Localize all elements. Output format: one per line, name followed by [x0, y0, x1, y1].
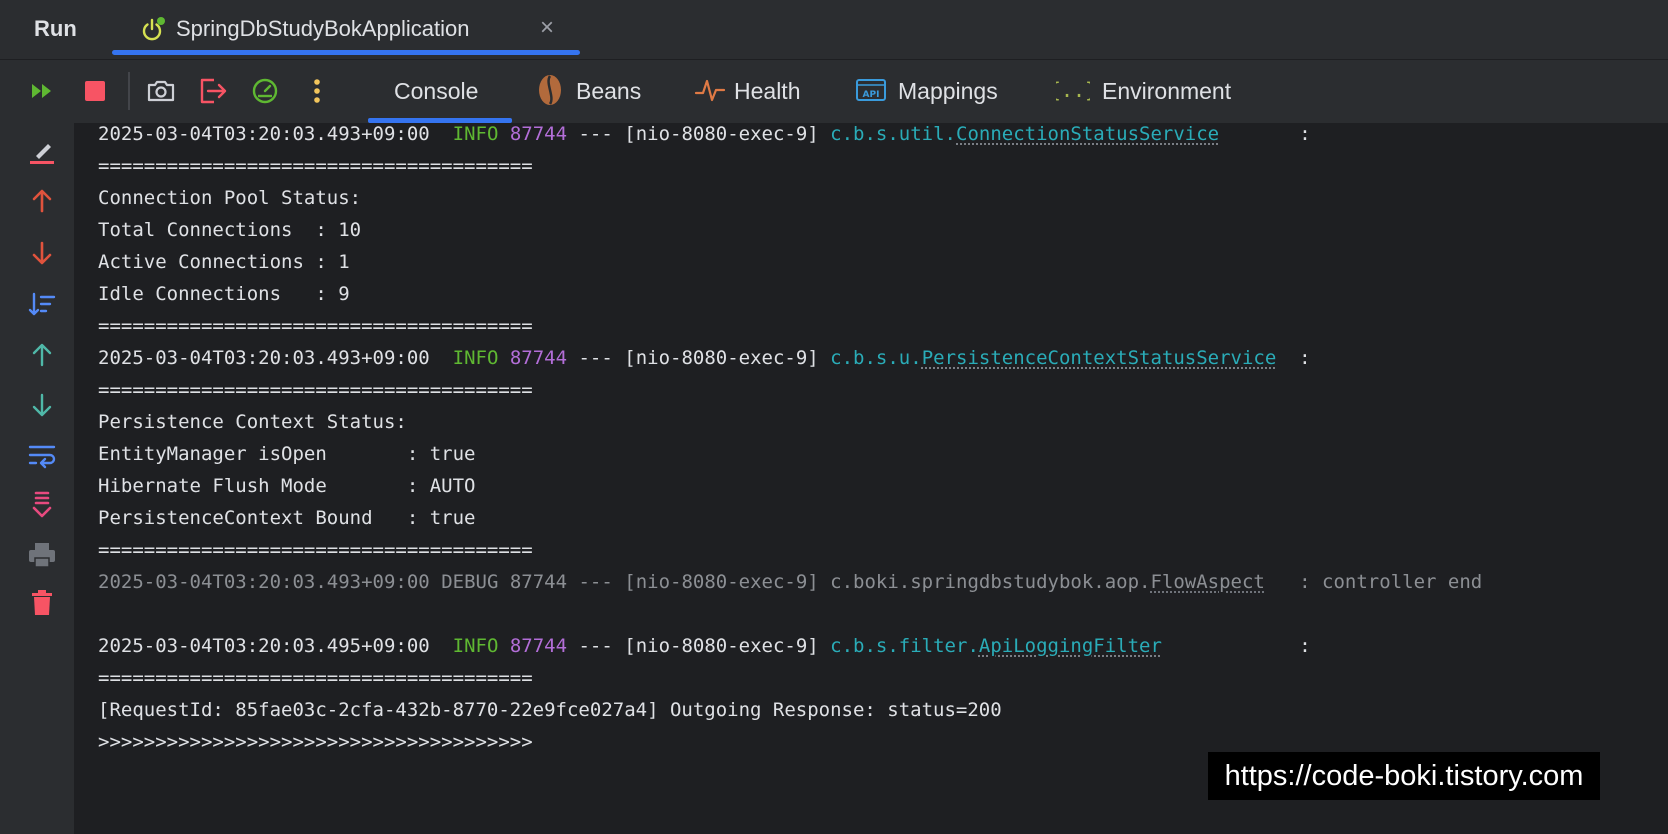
output-line: EntityManager isOpen : true — [98, 443, 476, 465]
trash-icon[interactable] — [24, 585, 60, 621]
dashboard-icon[interactable] — [248, 74, 282, 108]
output-line: Hibernate Flush Mode : AUTO — [98, 475, 476, 497]
separator-line: >>>>>>>>>>>>>>>>>>>>>>>>>>>>>>>>>>>>>> — [98, 731, 533, 753]
separator-line: ====================================== — [98, 155, 533, 177]
log-timestamp: 2025-03-04T03:20:03.493+09:00 — [98, 347, 430, 369]
log-pid: 87744 — [509, 571, 568, 593]
svg-text:{..}: {..} — [1056, 78, 1090, 102]
log-level: DEBUG — [441, 571, 499, 593]
tab-environment[interactable]: {..} Environment — [1049, 60, 1254, 123]
log-message: : — [1161, 635, 1311, 657]
scroll-to-end-icon[interactable] — [24, 487, 60, 523]
tab-mappings-label: Mappings — [898, 78, 998, 104]
output-line: Total Connections : 10 — [98, 219, 362, 241]
run-toolbar: Console Beans Health API Mappings {..} E… — [0, 60, 1668, 123]
log-timestamp: 2025-03-04T03:20:03.495+09:00 — [98, 635, 430, 657]
rerun-icon[interactable] — [26, 74, 60, 108]
run-panel-title: Run — [34, 16, 77, 41]
api-icon: API — [854, 73, 888, 107]
log-logger-class-link[interactable]: ConnectionStatusService — [956, 123, 1219, 145]
output-line: PersistenceContext Bound : true — [98, 507, 476, 529]
separator-line: ====================================== — [98, 315, 533, 337]
down-red-icon[interactable] — [24, 235, 60, 271]
log-message: : — [1219, 123, 1311, 145]
log-message: : — [1276, 347, 1311, 369]
toolbar-divider — [128, 72, 130, 110]
log-pid: 87744 — [509, 123, 568, 145]
tab-beans[interactable]: Beans — [530, 60, 660, 123]
up-red-icon[interactable] — [24, 183, 60, 219]
log-level: INFO — [441, 347, 499, 369]
soft-wrap-icon[interactable] — [24, 437, 60, 473]
separator-line: ====================================== — [98, 539, 533, 561]
output-line: Idle Connections : 9 — [98, 283, 350, 305]
clear-icon[interactable] — [24, 134, 60, 170]
sort-icon[interactable] — [24, 287, 60, 323]
log-line: 2025-03-04T03:20:03.493+09:00 INFO 87744… — [98, 123, 1311, 151]
pulse-icon — [693, 73, 727, 107]
run-config-tab-label: SpringDbStudyBokApplication — [176, 16, 470, 41]
active-tab-indicator — [112, 50, 580, 55]
log-separator: --- — [567, 635, 625, 657]
run-config-tab[interactable]: SpringDbStudyBokApplication × — [112, 0, 580, 59]
log-logger-package: c.b.s.u. — [830, 347, 922, 369]
tab-health[interactable]: Health — [690, 60, 830, 123]
log-level: INFO — [441, 635, 499, 657]
log-line: 2025-03-04T03:20:03.493+09:00 DEBUG 8774… — [98, 565, 1482, 599]
log-logger-class-link[interactable]: ApiLoggingFilter — [979, 635, 1162, 657]
log-thread: [nio-8080-exec-9] — [624, 571, 819, 593]
log-pid: 87744 — [509, 347, 568, 369]
log-timestamp: 2025-03-04T03:20:03.493+09:00 — [98, 571, 430, 593]
output-line: Active Connections : 1 — [98, 251, 350, 273]
separator-line: ====================================== — [98, 667, 533, 689]
tab-console-label: Console — [394, 78, 479, 104]
tab-console[interactable]: Console — [368, 60, 512, 123]
stop-icon[interactable] — [78, 74, 112, 108]
tab-mappings[interactable]: API Mappings — [852, 60, 1022, 123]
scroll-down-icon[interactable] — [24, 387, 60, 423]
more-icon[interactable] — [300, 74, 334, 108]
log-line: 2025-03-04T03:20:03.493+09:00 INFO 87744… — [98, 341, 1311, 375]
log-timestamp: 2025-03-04T03:20:03.493+09:00 — [98, 123, 430, 145]
close-icon[interactable]: × — [540, 14, 554, 42]
tab-beans-label: Beans — [576, 78, 642, 104]
log-level: INFO — [441, 123, 499, 145]
coffee-bean-icon — [533, 73, 567, 107]
svg-text:API: API — [863, 90, 880, 100]
separator-line: ====================================== — [98, 379, 533, 401]
run-tool-window-header: Run SpringDbStudyBokApplication × — [0, 0, 1668, 60]
log-line: 2025-03-04T03:20:03.495+09:00 INFO 87744… — [98, 629, 1311, 663]
log-separator: --- — [567, 123, 625, 145]
spring-boot-power-icon — [140, 16, 166, 42]
output-line: Persistence Context Status: — [98, 411, 407, 433]
exit-icon[interactable] — [196, 74, 230, 108]
console-side-toolbar — [0, 123, 74, 834]
log-thread: [nio-8080-exec-9] — [624, 123, 819, 145]
log-logger-class-link[interactable]: PersistenceContextStatusService — [922, 347, 1277, 369]
log-logger-package: c.b.s.util. — [830, 123, 957, 145]
scroll-up-icon[interactable] — [24, 337, 60, 373]
log-logger-package: c.b.s.filter. — [830, 635, 979, 657]
log-separator: --- — [567, 571, 625, 593]
console-output[interactable]: 2025-03-04T03:20:03.493+09:00 INFO 87744… — [74, 123, 1668, 834]
log-logger-package: c.boki.springdbstudybok.aop. — [830, 571, 1151, 593]
tab-environment-label: Environment — [1102, 78, 1232, 104]
log-thread: [nio-8080-exec-9] — [624, 635, 819, 657]
output-line: [RequestId: 85fae03c-2cfa-432b-8770-22e9… — [98, 699, 1002, 721]
log-thread: [nio-8080-exec-9] — [624, 347, 819, 369]
tab-health-label: Health — [734, 78, 801, 104]
print-icon[interactable] — [24, 537, 60, 573]
camera-icon[interactable] — [144, 74, 178, 108]
log-message: : controller end — [1264, 571, 1483, 593]
output-line: Connection Pool Status: — [98, 187, 362, 209]
watermark-url: https://code-boki.tistory.com — [1208, 752, 1600, 800]
log-pid: 87744 — [509, 635, 568, 657]
log-logger-class-link[interactable]: FlowAspect — [1150, 571, 1264, 593]
braces-icon: {..} — [1049, 73, 1097, 107]
log-separator: --- — [567, 347, 625, 369]
